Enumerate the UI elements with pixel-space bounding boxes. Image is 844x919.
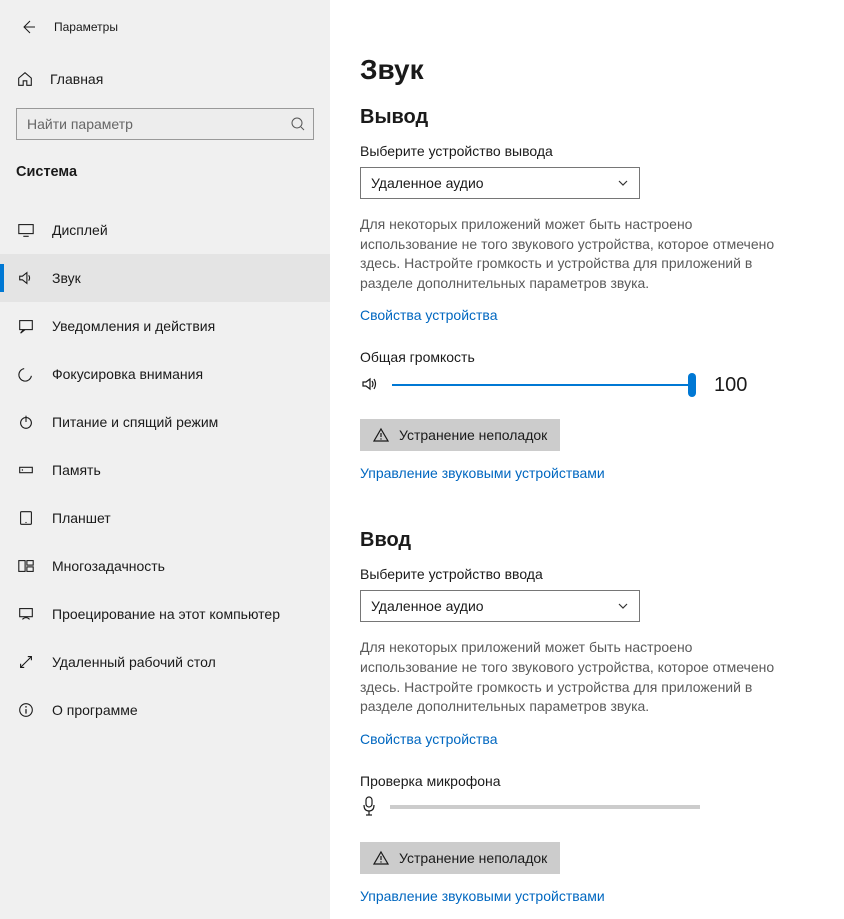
chevron-down-icon	[617, 177, 629, 189]
main-content: Звук Вывод Выберите устройство вывода Уд…	[330, 0, 844, 919]
volume-label: Общая громкость	[360, 349, 844, 365]
nav-item-tablet[interactable]: Планшет	[0, 494, 330, 542]
output-select-label: Выберите устройство вывода	[360, 143, 844, 159]
warning-icon	[373, 427, 389, 443]
slider-thumb[interactable]	[688, 373, 696, 397]
input-manage-link[interactable]: Управление звуковыми устройствами	[360, 888, 605, 904]
nav-item-remote[interactable]: Удаленный рабочий стол	[0, 638, 330, 686]
sidebar: Параметры Главная Система Дисплей Звук У…	[0, 0, 330, 919]
output-manage-link[interactable]: Управление звуковыми устройствами	[360, 465, 605, 481]
about-icon	[16, 701, 36, 719]
display-icon	[16, 221, 36, 239]
output-troubleshoot-button[interactable]: Устранение неполадок	[360, 419, 560, 451]
nav-label: Уведомления и действия	[52, 318, 215, 334]
nav-label: Питание и спящий режим	[52, 414, 218, 430]
nav-label: Планшет	[52, 510, 111, 526]
nav-label: Дисплей	[52, 222, 108, 238]
button-label: Устранение неполадок	[399, 850, 547, 866]
nav-item-focus[interactable]: Фокусировка внимания	[0, 350, 330, 398]
mic-test-label: Проверка микрофона	[360, 773, 844, 789]
input-device-select[interactable]: Удаленное аудио	[360, 590, 640, 622]
home-icon	[16, 70, 34, 88]
volume-row: 100	[360, 373, 844, 397]
nav-list: Дисплей Звук Уведомления и действия Фоку…	[0, 206, 330, 734]
output-heading: Вывод	[360, 106, 844, 129]
output-helper: Для некоторых приложений может быть наст…	[360, 215, 780, 293]
power-icon	[16, 413, 36, 431]
nav-item-about[interactable]: О программе	[0, 686, 330, 734]
input-heading: Ввод	[360, 529, 844, 552]
mic-test-row	[360, 795, 844, 820]
nav-label: Память	[52, 462, 101, 478]
storage-icon	[16, 461, 36, 479]
nav-label: Удаленный рабочий стол	[52, 654, 216, 670]
section-title: Система	[0, 140, 330, 190]
nav-item-sound[interactable]: Звук	[0, 254, 330, 302]
back-button[interactable]	[8, 7, 48, 47]
search-box[interactable]	[16, 108, 314, 140]
slider-track	[392, 384, 692, 386]
nav-item-projecting[interactable]: Проецирование на этот компьютер	[0, 590, 330, 638]
nav-label: Звук	[52, 270, 81, 286]
projecting-icon	[16, 605, 36, 623]
page-title: Звук	[360, 54, 844, 86]
nav-item-multitask[interactable]: Многозадачность	[0, 542, 330, 590]
mic-level-bar	[390, 805, 700, 809]
input-device-props-link[interactable]: Свойства устройства	[360, 731, 498, 747]
header: Параметры	[0, 0, 330, 44]
input-troubleshoot-button[interactable]: Устранение неполадок	[360, 842, 560, 874]
nav-item-power[interactable]: Питание и спящий режим	[0, 398, 330, 446]
nav-item-notifications[interactable]: Уведомления и действия	[0, 302, 330, 350]
notifications-icon	[16, 317, 36, 335]
output-device-selected: Удаленное аудио	[371, 175, 484, 191]
nav-home[interactable]: Главная	[0, 58, 330, 100]
app-title: Параметры	[54, 20, 118, 34]
output-device-props-link[interactable]: Свойства устройства	[360, 307, 498, 323]
input-device-selected: Удаленное аудио	[371, 598, 484, 614]
output-device-select[interactable]: Удаленное аудио	[360, 167, 640, 199]
input-helper: Для некоторых приложений может быть наст…	[360, 638, 780, 716]
volume-value: 100	[714, 374, 747, 397]
nav-label: Многозадачность	[52, 558, 165, 574]
microphone-icon	[360, 795, 378, 820]
search-input[interactable]	[16, 108, 314, 140]
input-select-label: Выберите устройство ввода	[360, 566, 844, 582]
button-label: Устранение неполадок	[399, 427, 547, 443]
focus-icon	[16, 365, 36, 383]
nav-label: Проецирование на этот компьютер	[52, 606, 280, 622]
back-arrow-icon	[20, 19, 36, 35]
search-icon	[290, 116, 306, 132]
nav-label: О программе	[52, 702, 138, 718]
multitask-icon	[16, 557, 36, 575]
remote-icon	[16, 653, 36, 671]
nav-home-label: Главная	[50, 71, 103, 87]
volume-slider[interactable]	[392, 373, 692, 397]
nav-item-display[interactable]: Дисплей	[0, 206, 330, 254]
speaker-icon	[360, 374, 380, 397]
nav-item-storage[interactable]: Память	[0, 446, 330, 494]
sound-icon	[16, 269, 36, 287]
tablet-icon	[16, 509, 36, 527]
nav-label: Фокусировка внимания	[52, 366, 203, 382]
warning-icon	[373, 850, 389, 866]
chevron-down-icon	[617, 600, 629, 612]
